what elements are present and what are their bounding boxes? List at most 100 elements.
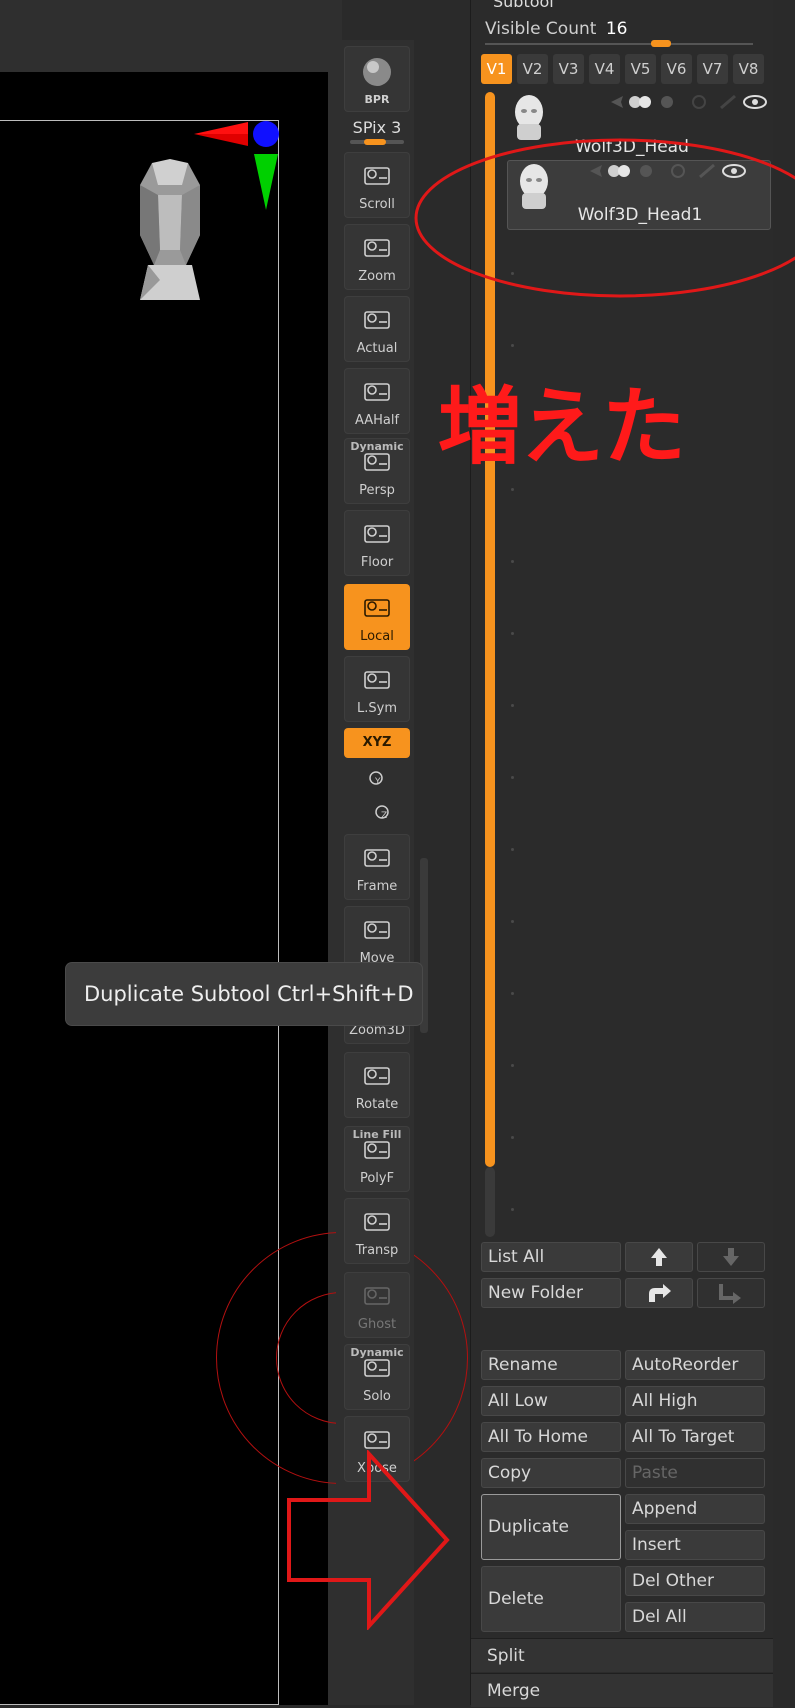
- spix-slider[interactable]: [350, 139, 404, 145]
- y-rotation-icon[interactable]: Y: [366, 768, 388, 788]
- button-label: Transp: [355, 1243, 399, 1258]
- bpr-button[interactable]: BPR: [344, 46, 410, 112]
- empty-slot-marker: [511, 1208, 514, 1211]
- new-folder-button[interactable]: New Folder: [481, 1278, 621, 1308]
- arrow-up-icon: [651, 1248, 667, 1266]
- duplicate-button[interactable]: Duplicate: [481, 1494, 621, 1560]
- toolbar-polyf-button[interactable]: Line Fill PolyF: [344, 1126, 410, 1192]
- rotate-icon: [364, 1067, 390, 1085]
- subtool-item-controls: [603, 92, 773, 112]
- curved-arrow-down-right-icon: [719, 1284, 741, 1304]
- button-label: AAHalf: [354, 413, 400, 428]
- tab-v5[interactable]: V5: [625, 54, 656, 84]
- insert-button[interactable]: Insert: [625, 1530, 765, 1560]
- toolbar-actual-button[interactable]: Actual: [344, 296, 410, 362]
- local-symmetry-icon: [364, 671, 390, 689]
- visible-count-thumb[interactable]: [651, 40, 671, 47]
- list-all-button[interactable]: List All: [481, 1242, 621, 1272]
- empty-slot-marker: [511, 704, 514, 707]
- button-label: Frame: [356, 879, 398, 894]
- copy-button[interactable]: Copy: [481, 1458, 621, 1488]
- toolbar-l-sym-button[interactable]: L.Sym: [344, 656, 410, 722]
- solo-icon: [364, 1359, 390, 1377]
- spix-slider-thumb[interactable]: [364, 139, 386, 145]
- panel-title: Subtool: [493, 0, 554, 11]
- transparency-icon: [364, 1213, 390, 1231]
- empty-slot-marker: [511, 1136, 514, 1139]
- del-all-button[interactable]: Del All: [625, 1602, 765, 1632]
- auto-reorder-button[interactable]: AutoReorder: [625, 1350, 765, 1380]
- del-other-button[interactable]: Del Other: [625, 1566, 765, 1596]
- move-up-button[interactable]: [625, 1242, 693, 1272]
- tab-v3[interactable]: V3: [553, 54, 584, 84]
- perspective-icon: [364, 453, 390, 471]
- curved-arrow-right-icon: [649, 1284, 671, 1302]
- tab-v4[interactable]: V4: [589, 54, 620, 84]
- z-rotation-icon[interactable]: Z: [372, 802, 394, 822]
- folder-move-out-button[interactable]: [697, 1278, 765, 1308]
- empty-slot-marker: [511, 848, 514, 851]
- visible-count-label: Visible Count 16: [485, 19, 628, 39]
- split-section[interactable]: Split: [471, 1638, 773, 1672]
- zoom-icon: [364, 239, 390, 257]
- annotation-arrow-icon: [287, 1450, 450, 1630]
- toolbar-solo-button[interactable]: Dynamic Solo: [344, 1344, 410, 1410]
- frame-icon: [364, 849, 390, 867]
- toolbar-scroll-button[interactable]: Scroll: [344, 152, 410, 218]
- rename-button[interactable]: Rename: [481, 1350, 621, 1380]
- toolbar-zoom-button[interactable]: Zoom: [344, 224, 410, 290]
- tab-v2[interactable]: V2: [517, 54, 548, 84]
- toolbar-aahalf-button[interactable]: AAHalf: [344, 368, 410, 434]
- merge-section[interactable]: Merge: [471, 1673, 773, 1707]
- button-label: Solo: [363, 1389, 391, 1404]
- all-high-button[interactable]: All High: [625, 1386, 765, 1416]
- scroll-icon: [364, 167, 390, 185]
- empty-slot-marker: [511, 560, 514, 563]
- button-label: Local: [360, 629, 394, 644]
- toolbar-frame-button[interactable]: Frame: [344, 834, 410, 900]
- button-label: Floor: [360, 555, 394, 570]
- button-label: Zoom: [358, 269, 396, 284]
- subtool-control-icons[interactable]: [603, 92, 773, 112]
- toolbar-persp-button[interactable]: Dynamic Persp: [344, 438, 410, 504]
- append-button[interactable]: Append: [625, 1494, 765, 1524]
- tab-v1[interactable]: V1: [481, 54, 512, 84]
- floor-icon: [364, 525, 390, 543]
- tooltip: Duplicate Subtool Ctrl+Shift+D: [66, 963, 422, 1025]
- move-down-button[interactable]: [697, 1242, 765, 1272]
- svg-text:Y: Y: [374, 777, 381, 787]
- toolbar-floor-button[interactable]: Floor: [344, 510, 410, 576]
- head-preview-icon: [140, 159, 200, 300]
- svg-text:Z: Z: [381, 811, 387, 821]
- local-icon: [364, 599, 390, 617]
- all-low-button[interactable]: All Low: [481, 1386, 621, 1416]
- delete-button[interactable]: Delete: [481, 1566, 621, 1632]
- button-label: Actual: [356, 341, 398, 356]
- paste-button[interactable]: Paste: [625, 1458, 765, 1488]
- toolbar-ghost-button[interactable]: Ghost: [344, 1272, 410, 1338]
- xyz-rotation-button[interactable]: XYZ: [344, 728, 410, 758]
- toolbar-local-button[interactable]: Local: [344, 584, 410, 650]
- tab-v7[interactable]: V7: [697, 54, 728, 84]
- toolbar-rotate-button[interactable]: Rotate: [344, 1052, 410, 1118]
- tab-v8[interactable]: V8: [733, 54, 764, 84]
- aahalf-icon: [364, 383, 390, 401]
- empty-slot-marker: [511, 344, 514, 347]
- empty-slot-marker: [511, 488, 514, 491]
- folder-move-in-button[interactable]: [625, 1278, 693, 1308]
- spix-label: SPix 3: [352, 118, 402, 137]
- button-label: PolyF: [359, 1171, 395, 1186]
- annotation-text: 増えた: [438, 378, 686, 476]
- bpr-sphere-icon: [363, 58, 391, 86]
- all-to-home-button[interactable]: All To Home: [481, 1422, 621, 1452]
- empty-slot-marker: [511, 920, 514, 923]
- toolbar-transp-button[interactable]: Transp: [344, 1198, 410, 1264]
- empty-slot-marker: [511, 632, 514, 635]
- xyz-label: XYZ: [362, 735, 392, 750]
- move-icon: [364, 921, 390, 939]
- visible-count-slider[interactable]: [485, 40, 753, 47]
- button-label: Zoom3D: [349, 1023, 405, 1038]
- polyframe-icon: [364, 1141, 390, 1159]
- all-to-target-button[interactable]: All To Target: [625, 1422, 765, 1452]
- tab-v6[interactable]: V6: [661, 54, 692, 84]
